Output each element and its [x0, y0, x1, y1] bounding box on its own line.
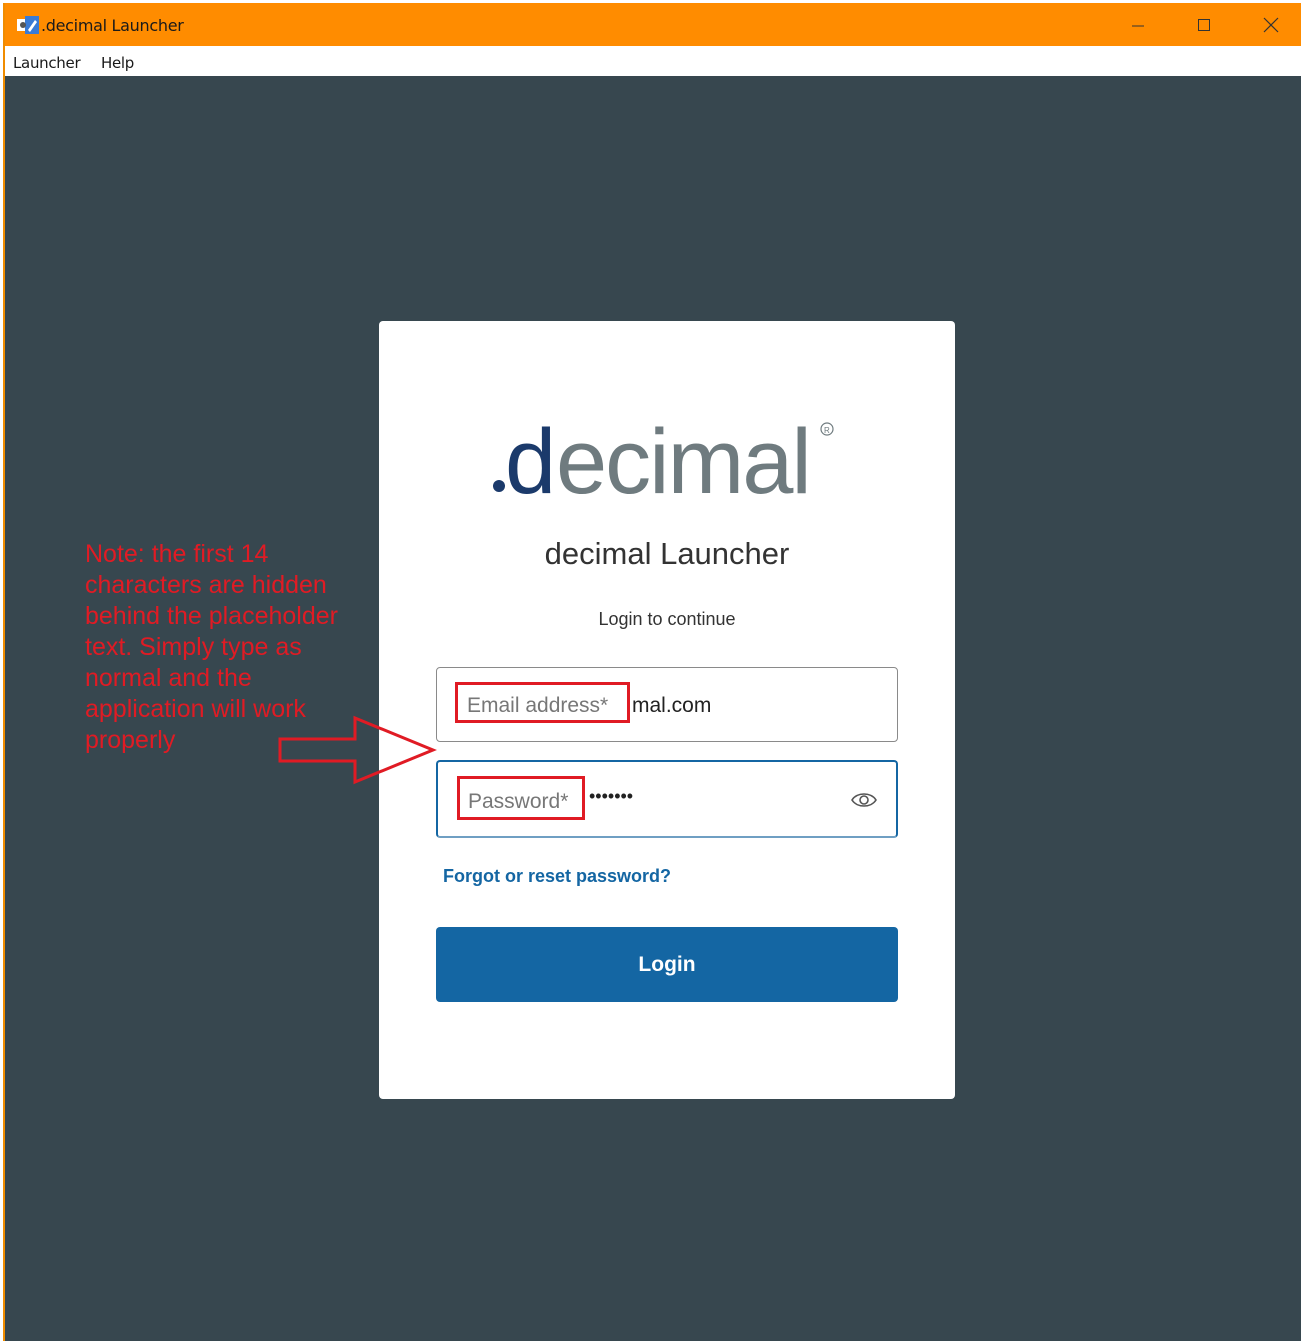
annotation-arrow-icon: [278, 715, 437, 785]
email-value: mal.com: [632, 694, 712, 717]
app-icon: [17, 16, 39, 34]
minimize-icon: [1132, 25, 1144, 27]
minimize-button[interactable]: [1119, 9, 1157, 41]
close-button[interactable]: [1252, 9, 1290, 41]
app-window: .decimal Launcher Launcher Help d ecimal…: [3, 3, 1301, 1341]
window-title: .decimal Launcher: [41, 16, 184, 35]
login-button[interactable]: Login: [436, 927, 898, 1002]
login-title: decimal Launcher: [544, 536, 790, 571]
eye-icon[interactable]: [850, 789, 878, 811]
decimal-logo: d ecimal R: [493, 417, 834, 503]
maximize-icon: [1198, 19, 1210, 31]
svg-text:ecimal: ecimal: [556, 417, 810, 503]
password-value: •••••••: [589, 786, 634, 806]
maximize-button[interactable]: [1185, 9, 1223, 41]
svg-text:R: R: [824, 426, 830, 435]
menu-bar: Launcher Help: [5, 46, 1301, 76]
password-label-highlight: [457, 776, 585, 820]
menu-help[interactable]: Help: [101, 54, 134, 72]
close-icon: [1263, 17, 1279, 33]
forgot-password-link[interactable]: Forgot or reset password?: [443, 866, 671, 887]
title-bar[interactable]: .decimal Launcher: [5, 3, 1301, 46]
menu-launcher[interactable]: Launcher: [13, 54, 81, 72]
email-label-highlight: [455, 682, 630, 723]
login-subtitle: Login to continue: [598, 609, 736, 629]
svg-text:d: d: [505, 417, 554, 503]
